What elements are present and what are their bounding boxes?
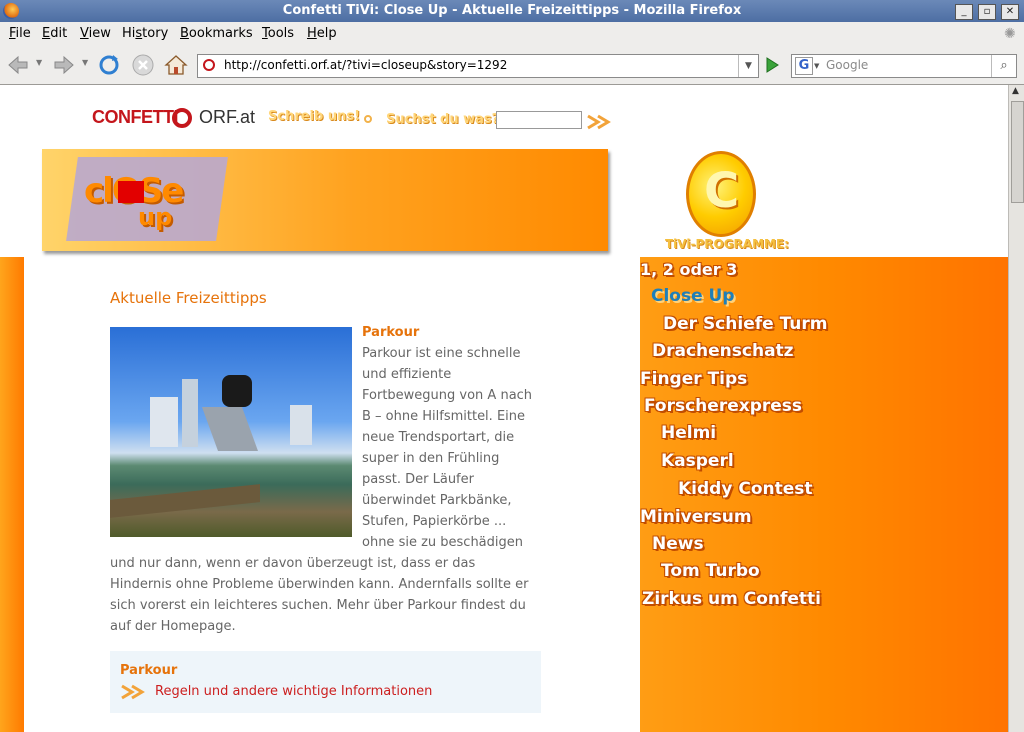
article-line: auf der Homepage. xyxy=(110,619,236,634)
back-icon[interactable] xyxy=(6,53,30,77)
back-dropdown-icon[interactable]: ▼ xyxy=(36,58,42,67)
article-line: und nur dann, wenn er davon überzeugt is… xyxy=(110,556,476,571)
web-page: CONFETTI ORF.at Schreib uns! Suchst du w… xyxy=(0,85,1008,732)
schreib-uns-link[interactable]: Schreib uns! xyxy=(268,109,360,124)
url-text: http://confetti.orf.at/?tivi=closeup&sto… xyxy=(224,58,508,72)
site-search-input[interactable] xyxy=(496,111,582,129)
separator-dot-icon xyxy=(364,115,372,123)
article-wrap-text: Parkour ist eine schnelle und effiziente… xyxy=(362,343,552,553)
reload-icon[interactable] xyxy=(97,53,121,77)
sidebar-item-kiddy-contest[interactable]: Kiddy Contest xyxy=(678,479,813,499)
throbber-icon: ✺ xyxy=(1004,26,1016,42)
article-line: ohne sie zu beschädigen xyxy=(362,535,524,550)
article-line: super in den Frühling xyxy=(362,451,500,466)
c-letter: C xyxy=(704,163,740,219)
sidebar-item-forscherexpress[interactable]: Forscherexpress xyxy=(644,396,802,416)
sidebar-item-finger-tips[interactable]: Finger Tips xyxy=(640,369,747,389)
maximize-button[interactable]: ▫ xyxy=(978,4,996,20)
engine-dropdown-icon[interactable]: ▼ xyxy=(814,62,819,70)
menu-bar: File Edit View History Bookmarks Tools H… xyxy=(0,22,1024,47)
menu-tools[interactable]: Tools xyxy=(262,26,294,41)
sidebar-item-zirkus-um-confetti[interactable]: Zirkus um Confetti xyxy=(642,589,821,609)
url-bar[interactable]: http://confetti.orf.at/?tivi=closeup&sto… xyxy=(197,54,759,78)
menu-history[interactable]: History xyxy=(122,26,168,41)
google-engine-icon[interactable]: G xyxy=(795,57,813,75)
article-line: passt. Der Läufer xyxy=(362,472,474,487)
menu-file[interactable]: File xyxy=(9,26,31,41)
window-title: Confetti TiVi: Close Up - Aktuelle Freiz… xyxy=(282,3,742,18)
photo-building xyxy=(182,379,198,447)
article-subheading: Parkour xyxy=(362,325,420,340)
parkour-photo xyxy=(110,327,352,537)
orf-eye-icon xyxy=(172,108,192,128)
menu-help[interactable]: Help xyxy=(307,26,337,41)
article-line: Hindernis ohne Probleme überwinden kann.… xyxy=(110,577,529,592)
article-line: Stufen, Papierkörbe ... xyxy=(362,514,507,529)
article-line: B – ohne Hilfsmittel. Eine xyxy=(362,409,526,424)
photo-park-bench xyxy=(110,484,260,518)
vertical-scrollbar[interactable]: ▲ xyxy=(1008,85,1024,732)
sidebar-item-kasperl[interactable]: Kasperl xyxy=(661,451,734,471)
parkour-info-box xyxy=(110,651,541,713)
info-box-title: Parkour xyxy=(120,663,178,678)
sidebar-item-miniversum[interactable]: Miniversum xyxy=(640,507,752,527)
url-dropdown-icon[interactable]: ▼ xyxy=(738,55,758,77)
home-icon[interactable] xyxy=(164,53,188,77)
forward-icon[interactable] xyxy=(52,53,76,77)
photo-building xyxy=(290,405,312,445)
sidebar-item-close-up[interactable]: Close Up xyxy=(651,286,735,306)
article-line: neue Trendsportart, die xyxy=(362,430,515,445)
article-full-text: und nur dann, wenn er davon überzeugt is… xyxy=(110,553,550,637)
rules-link[interactable]: Regeln und andere wichtige Informationen xyxy=(155,684,432,699)
left-orange-strip xyxy=(0,257,24,732)
article-line: Parkour ist eine schnelle xyxy=(362,346,521,361)
article-heading: Aktuelle Freizeittipps xyxy=(110,289,267,307)
search-placeholder: Google xyxy=(826,58,869,72)
confetti-logo[interactable]: CONFETTI xyxy=(92,107,179,128)
search-magnifier-icon[interactable]: ⌕ xyxy=(991,55,1016,77)
menu-view[interactable]: View xyxy=(80,26,111,41)
menu-bookmarks[interactable]: Bookmarks xyxy=(180,26,253,41)
search-submit-arrow-icon[interactable] xyxy=(586,114,612,130)
forward-dropdown-icon[interactable]: ▼ xyxy=(82,58,88,67)
photo-building xyxy=(150,397,178,447)
sidebar-item-news[interactable]: News xyxy=(652,534,704,554)
site-favicon-icon xyxy=(203,59,215,71)
article-line: überwindet Parkbänke, xyxy=(362,493,512,508)
banner-up-text: up xyxy=(138,203,173,231)
search-box[interactable]: G ▼ Google ⌕ xyxy=(791,54,1017,78)
sidebar-item-der-schiefe-turm[interactable]: Der Schiefe Turm xyxy=(663,314,828,334)
sidebar-item-tom-turbo[interactable]: Tom Turbo xyxy=(661,561,760,581)
banner-red-square xyxy=(118,181,144,203)
stop-icon[interactable] xyxy=(131,53,155,77)
menu-edit[interactable]: Edit xyxy=(42,26,67,41)
link-arrow-icon xyxy=(121,684,145,700)
sidebar-item-helmi[interactable]: Helmi xyxy=(661,423,716,443)
window-titlebar: Confetti TiVi: Close Up - Aktuelle Freiz… xyxy=(0,0,1024,22)
sidebar-item-1-2-oder-3[interactable]: 1, 2 oder 3 xyxy=(640,260,737,279)
minimize-button[interactable]: _ xyxy=(955,4,973,20)
photo-person-torso xyxy=(222,375,252,407)
scroll-up-icon[interactable]: ▲ xyxy=(1012,86,1019,96)
go-icon[interactable] xyxy=(761,54,783,76)
sidebar-item-drachenschatz[interactable]: Drachenschatz xyxy=(652,341,794,361)
photo-person-legs xyxy=(201,407,259,451)
close-button[interactable]: ✕ xyxy=(1001,4,1019,20)
article-line: und effiziente xyxy=(362,367,452,382)
tivi-programme-label: TiVi-PROGRAMME: xyxy=(665,237,789,251)
article-line: Fortbewegung von A nach xyxy=(362,388,533,403)
scroll-thumb[interactable] xyxy=(1011,101,1024,203)
orf-logo[interactable]: ORF.at xyxy=(199,107,255,128)
article-line: sich vorerst ein leichteres suchen. Mehr… xyxy=(110,598,526,613)
suchst-du-was-label: Suchst du was? xyxy=(386,112,500,127)
